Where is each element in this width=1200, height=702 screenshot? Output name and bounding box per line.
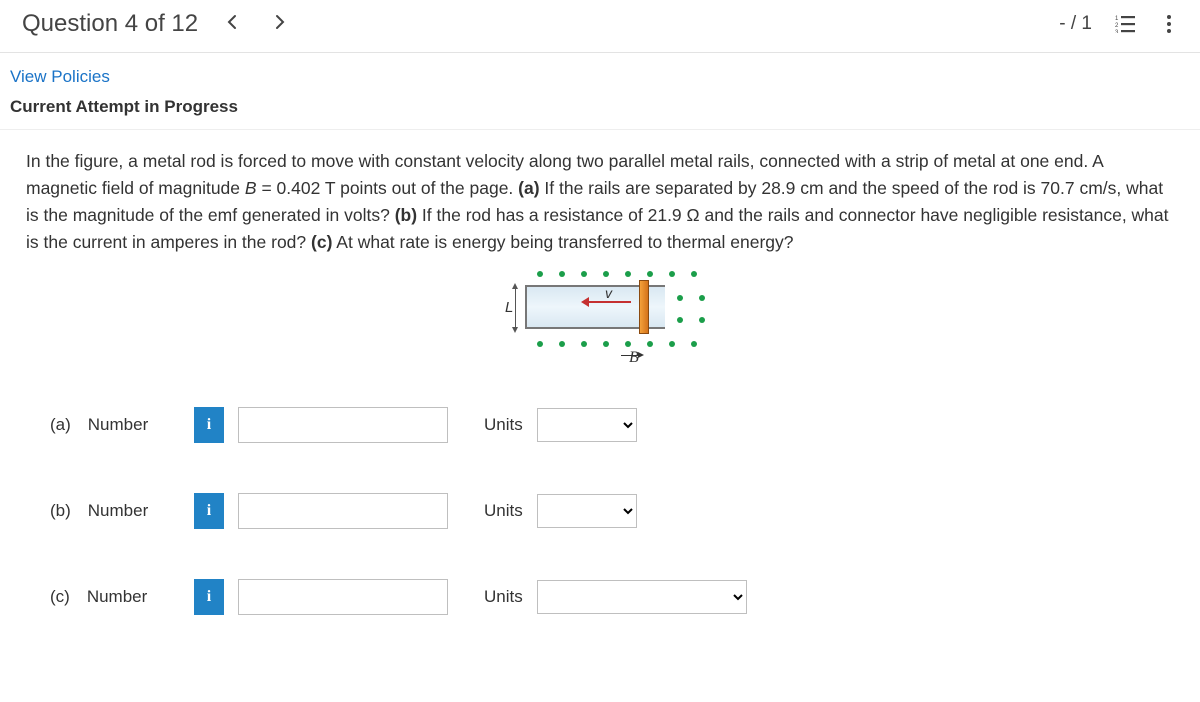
L-label: L	[505, 299, 513, 316]
info-icon[interactable]: i	[194, 579, 224, 615]
part-b-units-select[interactable]	[537, 494, 637, 528]
part-a-units-select[interactable]	[537, 408, 637, 442]
answers-section: (a) Number i Units (b) Number i Units (c…	[26, 367, 1174, 635]
units-label-a: Units	[484, 415, 523, 435]
figure-inner: L v B	[485, 263, 715, 363]
answer-row-b: (b) Number i Units	[50, 493, 1150, 529]
prev-question-button[interactable]	[222, 14, 242, 35]
B-symbol: B	[245, 178, 257, 198]
v-arrow	[587, 301, 631, 303]
part-a-label: (a) Number	[50, 415, 180, 435]
problem-text: In the figure, a metal rod is forced to …	[26, 148, 1174, 257]
question-header: Question 4 of 12 - / 1 1 2 3	[0, 0, 1200, 53]
B-value: = 0.402 T points out of the page.	[257, 178, 519, 198]
header-right: - / 1 1 2 3	[1059, 13, 1180, 35]
part-c-units-select[interactable]	[537, 580, 747, 614]
view-policies-link[interactable]: View Policies	[10, 67, 110, 86]
part-c-bold: (c)	[311, 232, 332, 252]
units-label-c: Units	[484, 587, 523, 607]
L-dimension-arrow	[515, 287, 516, 329]
question-list-icon[interactable]: 1 2 3	[1114, 13, 1136, 35]
answer-row-c: (c) Number i Units	[50, 579, 1150, 615]
content: In the figure, a metal rod is forced to …	[0, 130, 1200, 645]
part-b-bold: (b)	[395, 205, 417, 225]
question-title: Question 4 of 12	[22, 10, 198, 38]
svg-text:3: 3	[1115, 30, 1119, 33]
next-question-button[interactable]	[270, 14, 290, 35]
svg-text:1: 1	[1115, 16, 1119, 22]
header-left: Question 4 of 12	[22, 10, 290, 38]
part-b-number-input[interactable]	[238, 493, 448, 529]
part-c-label: (c) Number	[50, 587, 180, 607]
score-display: - / 1	[1059, 13, 1092, 35]
more-options-icon[interactable]	[1158, 13, 1180, 35]
part-a-bold: (a)	[518, 178, 539, 198]
policies-row: View Policies	[0, 53, 1200, 93]
part-c-text: At what rate is energy being transferred…	[332, 232, 793, 252]
nav-arrows	[222, 14, 290, 35]
attempt-status: Current Attempt in Progress	[0, 93, 1200, 130]
v-label: v	[605, 285, 612, 301]
svg-text:2: 2	[1115, 23, 1119, 29]
B-label: B	[629, 349, 639, 367]
units-label-b: Units	[484, 501, 523, 521]
answer-row-a: (a) Number i Units	[50, 407, 1150, 443]
part-c-number-input[interactable]	[238, 579, 448, 615]
part-a-number-input[interactable]	[238, 407, 448, 443]
part-b-label: (b) Number	[50, 501, 180, 521]
rod	[639, 280, 649, 334]
info-icon[interactable]: i	[194, 407, 224, 443]
figure: L v B	[26, 257, 1174, 367]
info-icon[interactable]: i	[194, 493, 224, 529]
